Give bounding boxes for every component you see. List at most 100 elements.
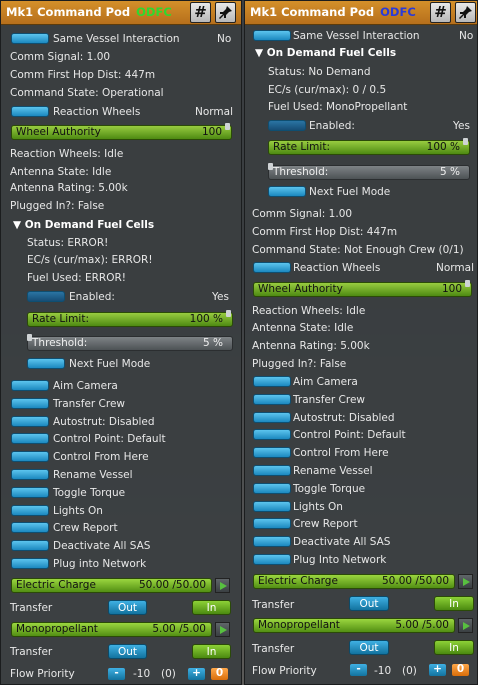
window-title: Mk1 Command Pod ODFC — [250, 5, 416, 19]
part-action-window-right: Mk1 Command Pod ODFC # Same Vessel Intera… — [244, 0, 478, 685]
odfc-header[interactable]: ▼ On Demand Fuel Cells — [13, 219, 154, 231]
threshold-label: Threshold: — [273, 166, 329, 178]
threshold-slider[interactable]: Threshold: 5 % — [268, 163, 470, 180]
hash-icon[interactable]: # — [430, 2, 451, 23]
action-button-2[interactable] — [11, 415, 49, 427]
title-bar[interactable]: Mk1 Command Pod ODFC # — [1, 1, 241, 25]
reaction-wheels-toggle[interactable] — [253, 262, 291, 273]
play-arrow-icon[interactable] — [215, 578, 230, 593]
priority-extra: (0) — [402, 665, 417, 677]
slider-handle[interactable] — [465, 280, 470, 287]
pin-icon[interactable] — [215, 2, 236, 23]
action-button-3[interactable] — [11, 433, 49, 445]
window-title: Mk1 Command Pod ODFC — [6, 5, 172, 19]
action-button-8[interactable] — [11, 522, 49, 534]
action-label: Aim Camera — [293, 376, 358, 388]
play-arrow-icon[interactable] — [458, 574, 473, 589]
action-label: Control From Here — [293, 447, 389, 460]
action-button-8[interactable] — [253, 518, 291, 530]
comm-hop: Comm First Hop Dist: 447m — [252, 226, 398, 238]
same-vessel-label: Same Vessel Interaction — [53, 33, 180, 45]
slider-handle[interactable] — [27, 334, 32, 341]
priority-reset-button[interactable]: 0 — [452, 664, 469, 676]
slider-handle[interactable] — [463, 138, 468, 145]
command-state: Command State: Operational — [10, 87, 164, 99]
antenna-state: Antenna State: Idle — [252, 322, 354, 334]
action-button-1[interactable] — [253, 393, 291, 405]
action-label: Crew Report — [293, 518, 358, 531]
action-label: Plug into Network — [53, 558, 147, 570]
wheel-authority-slider[interactable]: Wheel Authority 100 — [11, 123, 232, 140]
action-button-1[interactable] — [11, 397, 49, 409]
action-button-5[interactable] — [253, 465, 291, 476]
odfc-header[interactable]: ▼ On Demand Fuel Cells — [255, 47, 396, 59]
same-vessel-toggle[interactable] — [11, 33, 49, 44]
electric-charge-value: 50.00 /50.00 — [139, 579, 206, 591]
action-button-0[interactable] — [11, 380, 49, 391]
threshold-slider[interactable]: Threshold: 5 % — [27, 334, 233, 351]
hash-icon[interactable]: # — [190, 2, 211, 23]
same-vessel-toggle[interactable] — [253, 30, 291, 41]
next-fuel-mode-button[interactable] — [27, 358, 65, 369]
transfer-out-button-2[interactable]: Out — [108, 644, 147, 659]
enabled-toggle[interactable] — [268, 120, 306, 131]
action-button-3[interactable] — [253, 429, 291, 441]
wheel-authority-value: 100 — [441, 283, 462, 295]
action-button-0[interactable] — [253, 376, 291, 387]
reaction-wheels-value: Normal — [195, 106, 233, 118]
collapse-triangle-icon: ▼ — [13, 219, 25, 231]
action-label: Deactivate All SAS — [53, 540, 151, 553]
reaction-wheels-value: Normal — [436, 262, 474, 274]
wheel-authority-slider[interactable]: Wheel Authority 100 — [253, 280, 472, 297]
play-arrow-icon[interactable] — [215, 622, 230, 637]
action-button-9[interactable] — [253, 536, 291, 548]
priority-minus-button[interactable]: - — [350, 664, 367, 676]
monopropellant-value: 5.00 /5.00 — [395, 619, 449, 631]
action-label: Toggle Torque — [53, 486, 126, 499]
electric-charge-label: Electric Charge — [258, 575, 338, 587]
rw-status: Reaction Wheels: Idle — [252, 305, 366, 317]
transfer-out-button[interactable]: Out — [349, 596, 389, 611]
slider-handle[interactable] — [268, 163, 273, 170]
threshold-value: 5 % — [440, 166, 460, 178]
action-button-7[interactable] — [253, 500, 291, 512]
priority-reset-button[interactable]: 0 — [211, 668, 228, 680]
plugged-in: Plugged In?: False — [10, 200, 105, 212]
transfer-out-button-2[interactable]: Out — [349, 640, 389, 655]
action-label: Control Point: Default — [293, 429, 406, 442]
action-button-9[interactable] — [11, 540, 49, 552]
action-label: Rename Vessel — [53, 469, 133, 481]
reaction-wheels-toggle[interactable] — [11, 106, 49, 117]
priority-plus-button[interactable]: + — [429, 664, 446, 676]
pin-icon[interactable] — [455, 2, 476, 23]
transfer-in-button[interactable]: In — [192, 600, 231, 615]
action-button-4[interactable] — [11, 451, 49, 463]
action-button-10[interactable] — [11, 558, 49, 569]
next-fuel-mode-button[interactable] — [268, 186, 306, 197]
slider-handle[interactable] — [225, 123, 230, 130]
enabled-toggle[interactable] — [27, 291, 65, 302]
title-bar[interactable]: Mk1 Command Pod ODFC # — [245, 1, 477, 25]
action-button-5[interactable] — [11, 469, 49, 480]
play-arrow-icon[interactable] — [458, 618, 473, 633]
action-button-4[interactable] — [253, 447, 291, 459]
action-button-2[interactable] — [253, 411, 291, 423]
flow-priority-label: Flow Priority — [252, 665, 317, 677]
odfc-status: Status: ERROR! — [27, 237, 109, 249]
action-button-6[interactable] — [11, 486, 49, 498]
rate-limit-slider[interactable]: Rate Limit: 100 % — [27, 310, 233, 327]
rate-limit-slider[interactable]: Rate Limit: 100 % — [268, 138, 470, 155]
odfc-ec: EC/s (cur/max): 0 / 0.5 — [268, 84, 387, 96]
comm-hop: Comm First Hop Dist: 447m — [10, 69, 156, 81]
transfer-in-button-2[interactable]: In — [434, 640, 474, 655]
action-button-7[interactable] — [11, 504, 49, 516]
priority-plus-button[interactable]: + — [188, 668, 205, 680]
slider-handle[interactable] — [226, 310, 231, 317]
transfer-out-button[interactable]: Out — [108, 600, 147, 615]
action-button-10[interactable] — [253, 554, 291, 565]
rw-status: Reaction Wheels: Idle — [10, 148, 124, 160]
transfer-in-button[interactable]: In — [434, 596, 474, 611]
priority-minus-button[interactable]: - — [108, 668, 125, 680]
action-button-6[interactable] — [253, 482, 291, 494]
transfer-in-button-2[interactable]: In — [192, 644, 231, 659]
